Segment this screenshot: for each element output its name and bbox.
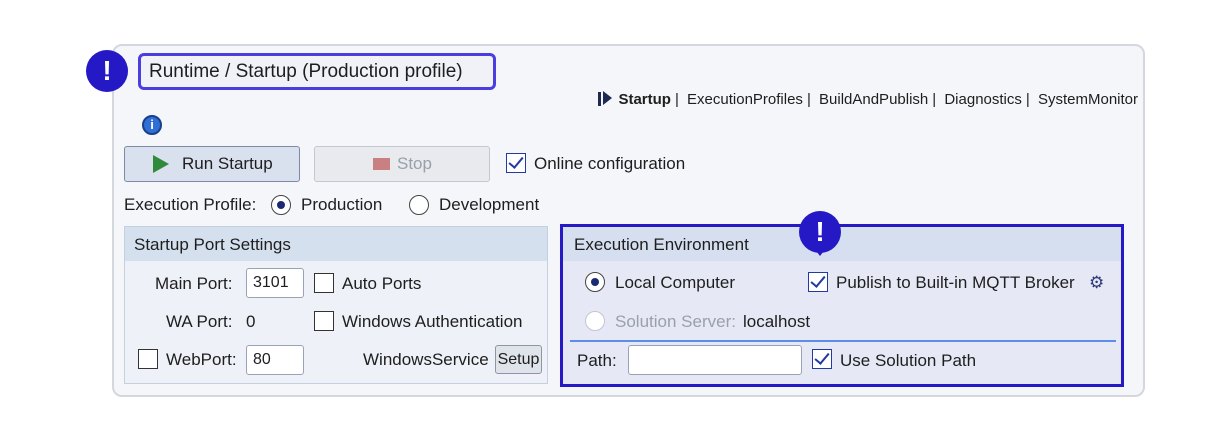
webport-input[interactable]: 80 <box>246 345 304 375</box>
path-input[interactable] <box>628 345 802 375</box>
path-label: Path: <box>577 351 617 370</box>
development-radio[interactable] <box>409 195 429 215</box>
play-marker-icon <box>603 91 613 105</box>
development-label: Development <box>439 195 540 214</box>
run-startup-button[interactable]: Run Startup <box>124 146 300 182</box>
solution-server-radio[interactable] <box>585 311 605 331</box>
webport-label: WebPort: <box>166 350 237 369</box>
publish-mqtt-checkbox[interactable] <box>808 272 828 292</box>
info-icon[interactable]: i <box>142 115 162 135</box>
wa-port-label: WA Port: <box>166 312 233 331</box>
play-icon <box>153 155 169 173</box>
page-title: Runtime / Startup (Production profile) <box>138 53 496 90</box>
run-startup-label: Run Startup <box>182 154 273 173</box>
local-computer-label: Local Computer <box>615 273 736 292</box>
separator-line <box>570 340 1116 342</box>
execution-environment-title: Execution Environment <box>574 235 749 254</box>
online-configuration-checkbox[interactable] <box>506 153 526 173</box>
stop-label: Stop <box>397 154 432 173</box>
online-configuration-label: Online configuration <box>534 154 686 173</box>
nav-item-systemmonitor[interactable]: SystemMonitor <box>1038 91 1138 108</box>
main-port-label: Main Port: <box>155 274 233 293</box>
local-computer-radio[interactable] <box>585 272 605 292</box>
publish-mqtt-label: Publish to Built-in MQTT Broker <box>836 273 1075 292</box>
solution-server-label: Solution Server: <box>615 312 736 331</box>
windows-service-label: WindowsService <box>363 350 489 369</box>
main-port-input[interactable]: 3101 <box>246 268 304 298</box>
production-label: Production <box>301 195 383 214</box>
nav-item-startup[interactable]: Startup <box>618 91 671 108</box>
execution-profile-label: Execution Profile: <box>124 195 257 214</box>
solution-server-value: localhost <box>743 312 811 331</box>
windows-authentication-checkbox[interactable] <box>314 311 334 331</box>
nav-item-executionprofiles[interactable]: ExecutionProfiles <box>687 91 803 108</box>
stop-icon <box>373 158 390 170</box>
gear-icon[interactable]: ⚙ <box>1089 273 1104 293</box>
alert-icon: ! <box>86 50 128 92</box>
breadcrumb-nav: Startup | ExecutionProfiles | BuildAndPubl… <box>598 90 1138 110</box>
production-radio[interactable] <box>271 195 291 215</box>
stop-button[interactable]: Stop <box>314 146 490 182</box>
auto-ports-label: Auto Ports <box>342 274 422 293</box>
webport-checkbox[interactable] <box>138 349 158 369</box>
setup-button[interactable]: Setup <box>495 345 542 374</box>
nav-item-buildandpublish[interactable]: BuildAndPublish <box>819 91 928 108</box>
wa-port-value: 0 <box>246 312 256 331</box>
alert-icon-environment: ! <box>799 211 841 256</box>
auto-ports-checkbox[interactable] <box>314 273 334 293</box>
use-solution-path-checkbox[interactable] <box>812 349 832 369</box>
nav-item-diagnostics[interactable]: Diagnostics <box>944 91 1022 108</box>
use-solution-path-label: Use Solution Path <box>840 351 977 370</box>
windows-authentication-label: Windows Authentication <box>342 312 523 331</box>
startup-marker-icon <box>598 92 602 106</box>
startup-port-settings-title: Startup Port Settings <box>134 235 291 254</box>
